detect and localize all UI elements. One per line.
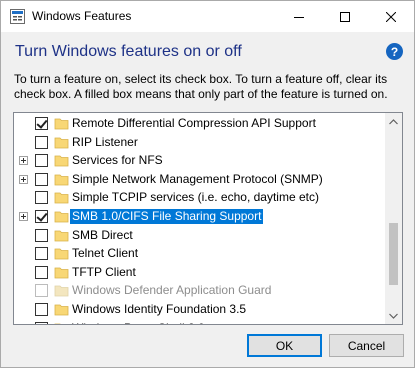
feature-row[interactable]: SMB 1.0/CIFS File Sharing Support xyxy=(14,207,386,225)
scroll-up-button[interactable] xyxy=(385,113,402,130)
feature-row[interactable]: Services for NFS xyxy=(14,151,386,169)
cancel-button[interactable]: Cancel xyxy=(329,334,404,357)
chevron-up-icon xyxy=(389,118,398,124)
feature-label: TFTP Client xyxy=(72,264,136,279)
feature-row[interactable]: Windows Identity Foundation 3.5 xyxy=(14,300,386,318)
folder-icon xyxy=(54,248,69,260)
feature-row[interactable]: SMB Direct xyxy=(14,226,386,244)
feature-checkbox[interactable] xyxy=(35,117,48,130)
minimize-button[interactable] xyxy=(276,1,322,32)
feature-label: Telnet Client xyxy=(72,246,139,261)
feature-checkbox[interactable] xyxy=(35,303,48,316)
feature-row[interactable]: Remote Differential Compression API Supp… xyxy=(14,114,386,132)
windows-features-app-icon xyxy=(10,9,25,24)
folder-icon xyxy=(54,285,69,297)
feature-checkbox[interactable] xyxy=(35,228,48,242)
folder-icon xyxy=(54,174,69,186)
feature-label: Simple Network Management Protocol (SNMP… xyxy=(72,171,323,186)
expand-plus-icon[interactable] xyxy=(19,212,28,221)
feature-checkbox[interactable] xyxy=(35,135,48,149)
folder-icon xyxy=(54,118,69,130)
feature-checkbox[interactable] xyxy=(35,210,48,223)
window-title: Windows Features xyxy=(32,9,132,23)
maximize-button[interactable] xyxy=(322,1,368,32)
feature-row[interactable]: RIP Listener xyxy=(14,133,386,151)
ok-button[interactable]: OK xyxy=(247,334,322,357)
maximize-icon xyxy=(340,11,350,22)
minimize-icon xyxy=(294,16,304,18)
features-tree[interactable]: Remote Differential Compression API Supp… xyxy=(13,112,403,325)
feature-checkbox[interactable] xyxy=(35,321,48,324)
expand-plus-icon[interactable] xyxy=(19,323,28,324)
feature-checkbox[interactable] xyxy=(35,154,48,168)
page-heading: Turn Windows features on or off xyxy=(15,43,242,60)
feature-checkbox[interactable] xyxy=(35,191,48,205)
feature-label: RIP Listener xyxy=(72,134,138,149)
close-button[interactable] xyxy=(368,1,414,32)
folder-icon xyxy=(54,155,69,167)
folder-icon xyxy=(54,211,69,223)
feature-row[interactable]: TFTP Client xyxy=(14,263,386,281)
folder-icon xyxy=(54,323,61,324)
feature-checkbox xyxy=(35,284,48,298)
scroll-thumb[interactable] xyxy=(389,223,398,285)
feature-label: Remote Differential Compression API Supp… xyxy=(72,116,316,130)
feature-checkbox[interactable] xyxy=(35,265,48,279)
feature-row[interactable]: Simple TCPIP services (i.e. echo, daytim… xyxy=(14,188,386,206)
feature-label: SMB 1.0/CIFS File Sharing Support xyxy=(70,209,264,224)
feature-label: Windows PowerShell 2.0 xyxy=(70,321,207,324)
feature-label: Simple TCPIP services (i.e. echo, daytim… xyxy=(72,190,319,205)
vertical-scrollbar[interactable] xyxy=(385,113,402,324)
feature-row[interactable]: Simple Network Management Protocol (SNMP… xyxy=(14,170,386,188)
feature-row[interactable]: Windows Defender Application Guard xyxy=(14,281,386,299)
instructions-text: To turn a feature on, select its check b… xyxy=(14,72,388,101)
folder-icon xyxy=(54,304,69,316)
folder-icon xyxy=(54,230,69,241)
folder-icon xyxy=(54,137,69,148)
help-icon[interactable]: ? xyxy=(386,43,403,60)
feature-checkbox[interactable] xyxy=(35,247,48,261)
close-icon xyxy=(386,11,396,22)
chevron-down-icon xyxy=(389,313,398,319)
feature-label: Services for NFS xyxy=(72,153,163,168)
expand-plus-icon[interactable] xyxy=(19,174,28,184)
scroll-down-button[interactable] xyxy=(385,307,402,324)
feature-row[interactable]: Windows PowerShell 2.0 xyxy=(14,319,386,324)
feature-row[interactable]: Telnet Client xyxy=(14,244,386,262)
feature-checkbox[interactable] xyxy=(35,172,48,186)
folder-icon xyxy=(54,192,69,204)
windows-features-dialog: Windows Features Turn Windows features o… xyxy=(0,0,415,368)
expand-plus-icon[interactable] xyxy=(19,156,28,166)
feature-label: Windows Defender Application Guard xyxy=(72,283,272,298)
title-bar[interactable]: Windows Features xyxy=(1,1,414,32)
feature-label: SMB Direct xyxy=(72,227,133,242)
feature-label: Windows Identity Foundation 3.5 xyxy=(72,302,247,316)
folder-icon xyxy=(54,267,69,279)
